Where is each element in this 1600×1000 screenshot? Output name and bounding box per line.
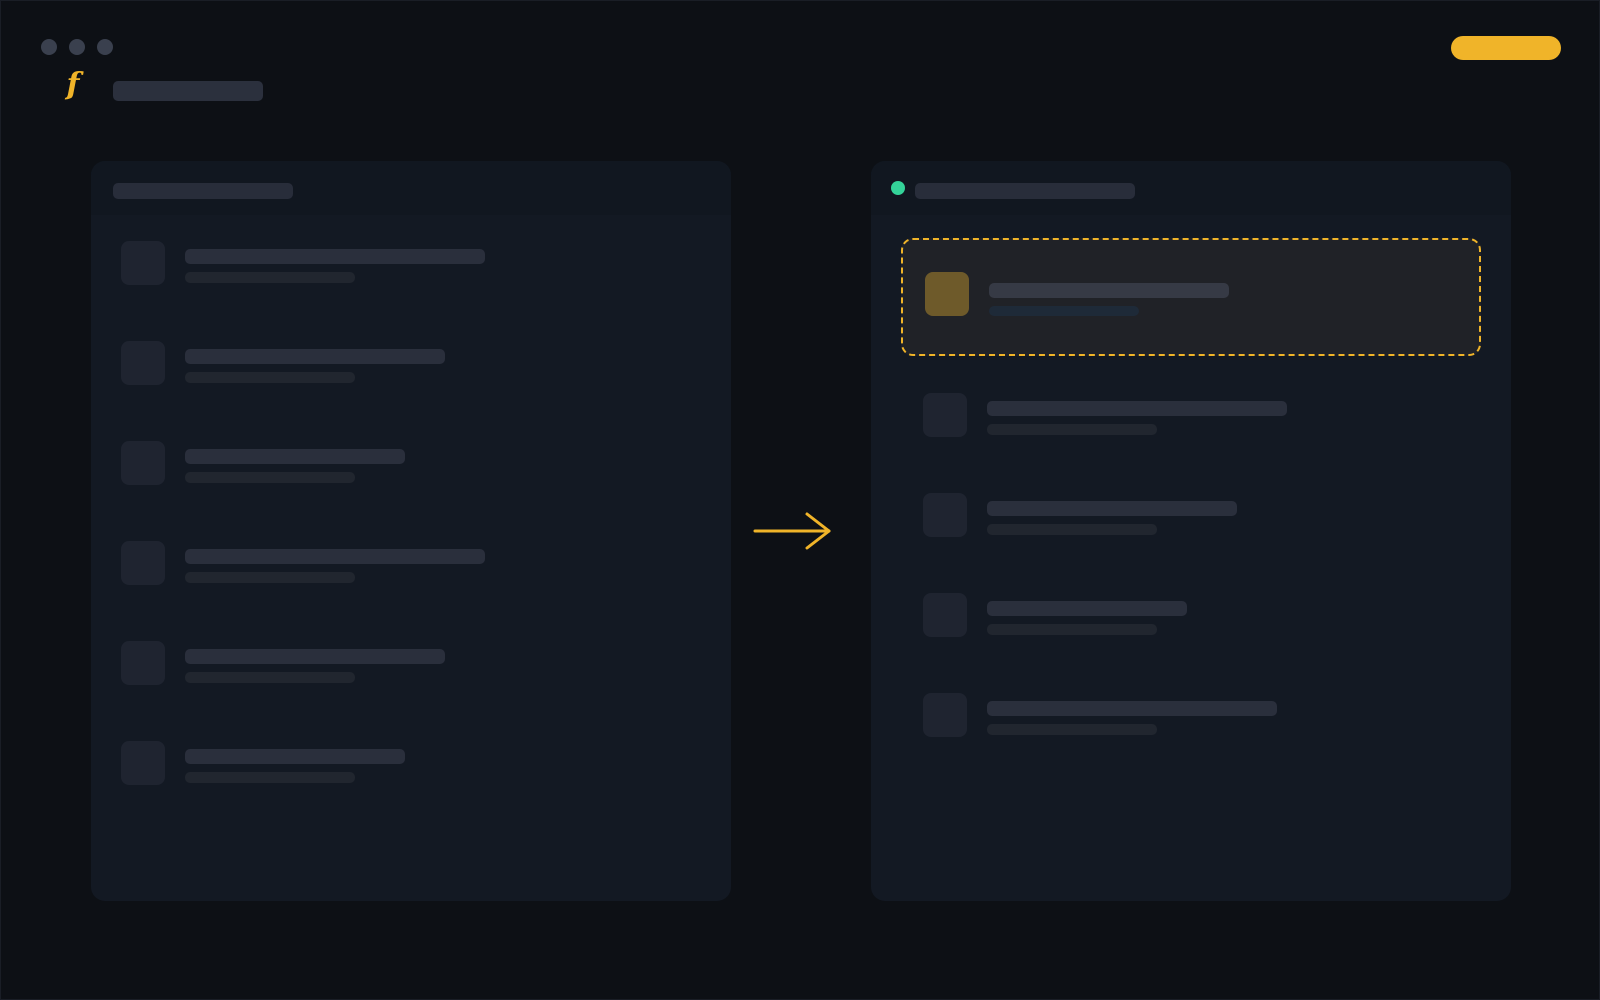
item-thumbnail xyxy=(923,393,967,437)
item-title-placeholder xyxy=(989,283,1229,298)
highlighted-list-item[interactable] xyxy=(901,238,1481,356)
item-title-placeholder xyxy=(987,401,1287,416)
item-thumbnail xyxy=(121,741,165,785)
list-item[interactable] xyxy=(121,341,701,401)
list-item[interactable] xyxy=(923,693,1483,753)
list-item[interactable] xyxy=(923,393,1483,453)
item-title-placeholder xyxy=(185,549,485,564)
list-item[interactable] xyxy=(121,441,701,501)
item-subtitle-placeholder xyxy=(185,572,355,583)
app-title-placeholder xyxy=(113,81,263,101)
status-online-icon xyxy=(891,181,905,195)
item-title-placeholder xyxy=(987,701,1277,716)
item-thumbnail xyxy=(121,341,165,385)
item-thumbnail xyxy=(923,693,967,737)
item-subtitle-placeholder xyxy=(185,272,355,283)
item-thumbnail xyxy=(923,493,967,537)
list-item[interactable] xyxy=(923,493,1483,553)
list-item[interactable] xyxy=(923,593,1483,653)
maximize-window-dot-icon[interactable] xyxy=(97,39,113,55)
source-panel-header xyxy=(91,161,731,215)
item-subtitle-placeholder xyxy=(185,472,355,483)
close-window-dot-icon[interactable] xyxy=(41,39,57,55)
item-title-placeholder xyxy=(185,649,445,664)
source-panel-title-placeholder xyxy=(113,183,293,199)
app-logo: f xyxy=(59,67,87,103)
item-title-placeholder xyxy=(185,349,445,364)
source-panel xyxy=(91,161,731,901)
item-subtitle-placeholder xyxy=(987,624,1157,635)
item-thumbnail xyxy=(925,272,969,316)
window-controls xyxy=(41,39,113,55)
app-window: f xyxy=(0,0,1600,1000)
target-panel-header xyxy=(871,161,1511,215)
item-subtitle-placeholder xyxy=(185,372,355,383)
item-title-placeholder xyxy=(987,501,1237,516)
item-title-placeholder xyxy=(185,749,405,764)
item-thumbnail xyxy=(121,441,165,485)
target-panel xyxy=(871,161,1511,901)
item-title-placeholder xyxy=(185,249,485,264)
item-thumbnail xyxy=(121,241,165,285)
list-item[interactable] xyxy=(121,741,701,801)
primary-action-button[interactable] xyxy=(1451,36,1561,60)
item-subtitle-placeholder xyxy=(987,424,1157,435)
item-subtitle-placeholder xyxy=(987,724,1157,735)
item-subtitle-placeholder xyxy=(185,672,355,683)
logo-glyph: f xyxy=(66,67,80,102)
list-item[interactable] xyxy=(121,641,701,701)
item-subtitle-placeholder xyxy=(989,306,1139,316)
minimize-window-dot-icon[interactable] xyxy=(69,39,85,55)
list-item[interactable] xyxy=(121,241,701,301)
item-title-placeholder xyxy=(185,449,405,464)
item-subtitle-placeholder xyxy=(185,772,355,783)
item-thumbnail xyxy=(121,641,165,685)
arrow-right-icon xyxy=(753,512,831,550)
item-thumbnail xyxy=(923,593,967,637)
list-item[interactable] xyxy=(121,541,701,601)
target-panel-title-placeholder xyxy=(915,183,1135,199)
item-title-placeholder xyxy=(987,601,1187,616)
item-subtitle-placeholder xyxy=(987,524,1157,535)
item-thumbnail xyxy=(121,541,165,585)
